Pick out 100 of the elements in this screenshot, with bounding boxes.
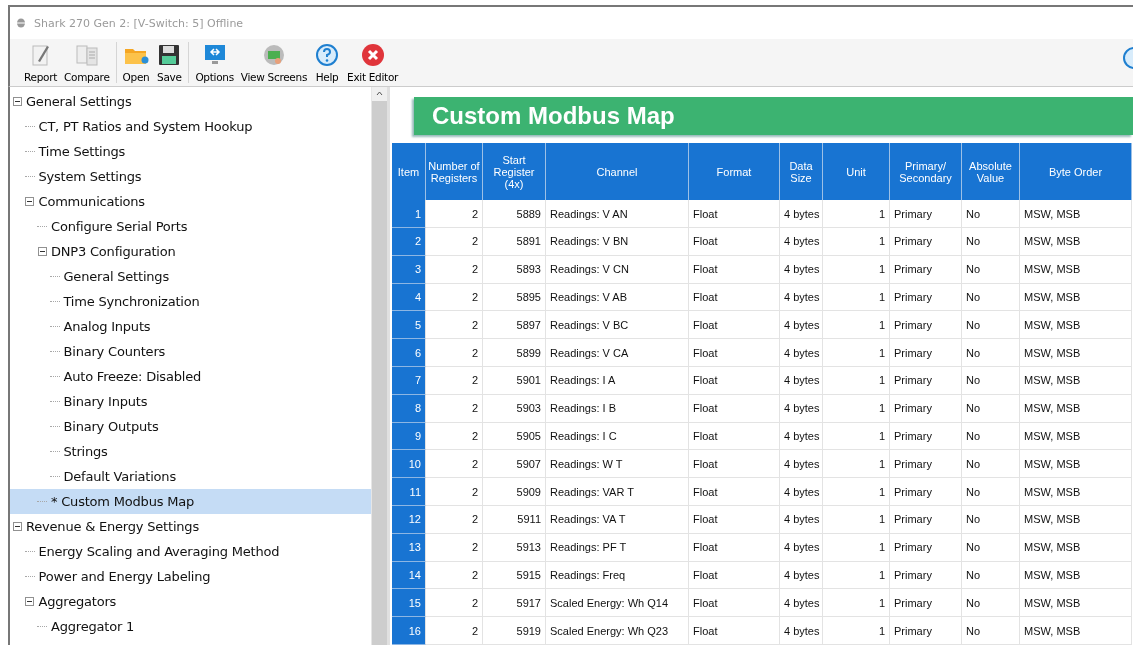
table-cell: MSW, MSB <box>1020 422 1132 451</box>
column-header: Number of Registers <box>426 143 483 201</box>
row-header[interactable]: 13 <box>392 533 426 562</box>
table-cell: MSW, MSB <box>1020 617 1132 645</box>
toolbar-button[interactable]: View Screens <box>238 42 310 83</box>
table-cell: 4 bytes <box>780 339 823 368</box>
scrollbar[interactable] <box>371 87 387 645</box>
table-cell: 2 <box>426 394 483 423</box>
table-cell: MSW, MSB <box>1020 283 1132 312</box>
table-cell: 2 <box>426 589 483 618</box>
window-title: Shark 270 Gen 2: [V-Switch: 5] Offline <box>34 16 244 30</box>
row-header[interactable]: 16 <box>392 617 426 645</box>
tree-item[interactable]: DNP3 Configuration <box>10 239 371 264</box>
row-header[interactable]: 8 <box>392 394 426 423</box>
table-cell: 1 <box>823 367 890 395</box>
row-header[interactable]: 2 <box>392 228 426 256</box>
table-cell: Float <box>689 478 780 506</box>
column-header: Channel <box>546 143 689 201</box>
tree-item[interactable]: Time Settings <box>10 139 371 164</box>
table-cell: Primary <box>890 617 962 645</box>
table-cell: Float <box>689 617 780 645</box>
table-cell: 4 bytes <box>780 450 823 479</box>
row-header[interactable]: 10 <box>392 450 426 479</box>
toolbar-button[interactable]: Help <box>312 42 343 83</box>
table-cell: Readings: I A <box>546 367 689 395</box>
tree-item[interactable]: Binary Inputs <box>10 389 371 414</box>
table-cell: No <box>962 339 1020 368</box>
tree-item[interactable]: * Custom Modbus Map <box>10 489 371 514</box>
table-cell: Primary <box>890 533 962 562</box>
tree-item[interactable]: Time Synchronization <box>10 289 371 314</box>
toolbar-button[interactable]: Options <box>193 42 236 83</box>
tree-item[interactable]: Aggregators <box>10 589 371 614</box>
tree-item[interactable]: Analog Inputs <box>10 314 371 339</box>
tree-item[interactable]: Strings <box>10 439 371 464</box>
toolbar-button[interactable]: Report <box>22 42 59 83</box>
collapse-icon[interactable] <box>12 522 22 531</box>
help-icon[interactable] <box>1121 45 1133 71</box>
toolbar-button[interactable]: Save <box>154 42 185 83</box>
row-header[interactable]: 11 <box>392 478 426 506</box>
table-cell: No <box>962 589 1020 618</box>
table-cell: MSW, MSB <box>1020 589 1132 618</box>
table-cell: 1 <box>823 311 890 340</box>
collapse-icon[interactable] <box>25 197 34 206</box>
toolbar-button[interactable]: Compare <box>62 42 112 83</box>
collapse-icon[interactable] <box>37 247 47 256</box>
scroll-up-icon[interactable] <box>372 87 387 101</box>
tree-item[interactable]: Configure Serial Ports <box>10 214 371 239</box>
table-cell: No <box>962 450 1020 479</box>
collapse-icon[interactable] <box>12 97 22 106</box>
tree-item[interactable]: CT, PT Ratios and System Hookup <box>10 114 371 139</box>
tree-item[interactable]: Binary Outputs <box>10 414 371 439</box>
tree-item[interactable]: Communications <box>10 189 371 214</box>
table-cell: Readings: VA T <box>546 506 689 534</box>
table-cell: 5891 <box>483 228 546 256</box>
tree-item[interactable]: Energy Scaling and Averaging Method <box>10 539 371 564</box>
row-header[interactable]: 5 <box>392 311 426 340</box>
row-header[interactable]: 12 <box>392 506 426 534</box>
table-cell: Readings: Freq <box>546 561 689 590</box>
tree-item[interactable]: General Settings <box>10 89 371 114</box>
row-header[interactable]: 14 <box>392 561 426 590</box>
table-cell: 4 bytes <box>780 394 823 423</box>
tree-item[interactable]: Auto Freeze: Disabled <box>10 364 371 389</box>
row-header[interactable]: 7 <box>392 367 426 395</box>
tree-item[interactable]: Default Variations <box>10 464 371 489</box>
tree-item[interactable]: Aggregator 1 <box>10 614 371 639</box>
row-header[interactable]: 3 <box>392 255 426 284</box>
tree-item[interactable]: System Settings <box>10 164 371 189</box>
table-cell: MSW, MSB <box>1020 533 1132 562</box>
table-cell: 5899 <box>483 339 546 368</box>
table-cell: 1 <box>823 422 890 451</box>
table-cell: Float <box>689 533 780 562</box>
row-header[interactable]: 15 <box>392 589 426 618</box>
table-cell: 5901 <box>483 367 546 395</box>
table-cell: Primary <box>890 450 962 479</box>
table-cell: Readings: V AB <box>546 283 689 312</box>
column-header: Data Size <box>780 143 823 201</box>
tree-item[interactable]: Revenue & Energy Settings <box>10 514 371 539</box>
toolbar-button[interactable]: Exit Editor <box>345 42 401 83</box>
toolbar-button[interactable]: Open <box>120 42 152 83</box>
table-cell: Float <box>689 394 780 423</box>
table-cell: 1 <box>823 506 890 534</box>
table-cell: No <box>962 422 1020 451</box>
table-cell: 4 bytes <box>780 478 823 506</box>
row-header[interactable]: 4 <box>392 283 426 312</box>
row-header[interactable]: 9 <box>392 422 426 451</box>
tree-item[interactable]: Binary Counters <box>10 339 371 364</box>
table-cell: Readings: V AN <box>546 200 689 229</box>
table-cell: MSW, MSB <box>1020 394 1132 423</box>
tree-item[interactable]: General Settings <box>10 264 371 289</box>
table-cell: MSW, MSB <box>1020 255 1132 284</box>
row-header[interactable]: 6 <box>392 339 426 368</box>
table-cell: Primary <box>890 589 962 618</box>
table-cell: 2 <box>426 450 483 479</box>
table-cell: 4 bytes <box>780 255 823 284</box>
collapse-icon[interactable] <box>25 597 34 606</box>
table-cell: No <box>962 561 1020 590</box>
tree-item[interactable]: Power and Energy Labeling <box>10 564 371 589</box>
table-cell: No <box>962 533 1020 562</box>
row-header[interactable]: 1 <box>392 200 426 229</box>
table-cell: 2 <box>426 367 483 395</box>
